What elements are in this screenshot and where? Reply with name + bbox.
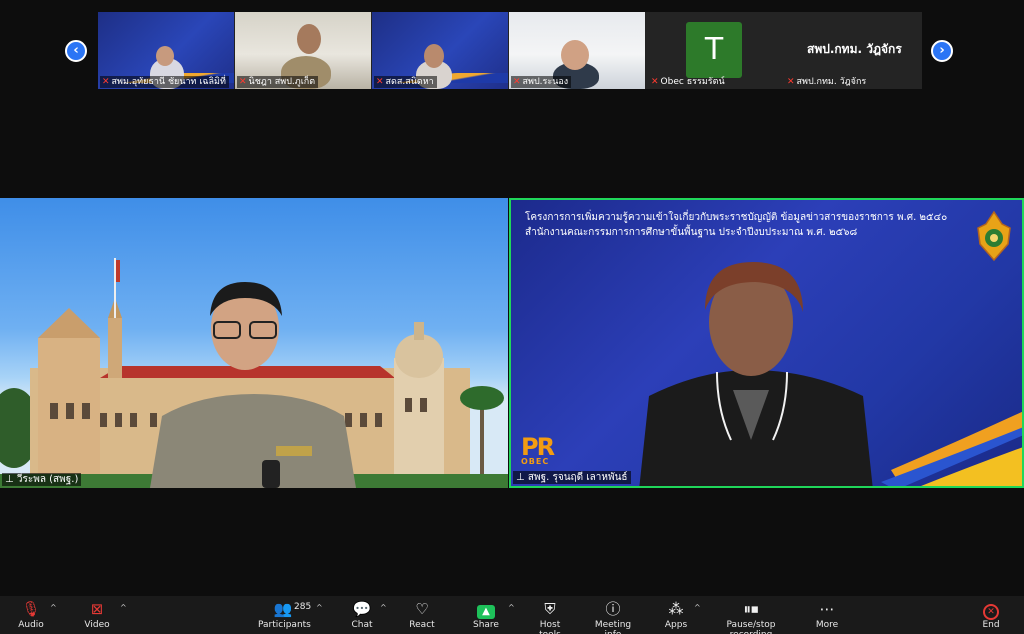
meeting-info-button[interactable]: ⓘ Meeting info [586, 600, 640, 634]
muted-mic-icon: ✕ [102, 77, 110, 87]
participant-strip: ✕ สพม.อุทัยธานี ชัยนาท เฉลิมิที่ ✕ นิชฎา ส… [98, 12, 922, 89]
participant-tile[interactable]: ✕ สดส.สนิดหา [372, 12, 508, 89]
pin-icon: ⊥ [516, 472, 528, 483]
participants-count: 285 [294, 602, 312, 612]
apps-options-caret[interactable]: ^ [694, 603, 701, 612]
participant-tile[interactable]: ✕ นิชฎา สพป.ภูเก็ต [235, 12, 371, 89]
muted-mic-icon: ✕ [376, 77, 384, 87]
chat-icon: 💬 [352, 600, 372, 618]
meeting-toolbar: 🎙 Audio ^ ⊠ Video ^ 👥 Participants 285 ^… [0, 596, 1024, 634]
participant-tile[interactable]: T สพป.กทม. วัฎจักร ✕ Obec ธรรมรัตน์ ✕ สพป.… [646, 12, 922, 89]
video-tile-active-speaker[interactable]: โครงการการเพิ่มความรู้ความเข้าใจเกี่ยวกั… [509, 198, 1024, 488]
apps-icon: ⁂ [668, 600, 684, 618]
muted-mic-icon: ✕ [787, 77, 795, 87]
pause-stop-icon: ⏸⏹ [743, 600, 759, 618]
previous-page-button[interactable]: ‹ [65, 40, 87, 62]
muted-mic-icon: 🎙 [21, 600, 41, 618]
avatar: T [686, 22, 742, 78]
info-icon: ⓘ [605, 600, 621, 618]
end-button[interactable]: ✕ End [978, 600, 1004, 630]
pin-icon: ⊥ [5, 474, 17, 485]
video-off-icon: ⊠ [90, 600, 104, 618]
video-options-caret[interactable]: ^ [120, 603, 127, 612]
share-button[interactable]: ▲ Share [472, 600, 500, 630]
muted-mic-icon: ✕ [239, 77, 247, 87]
government-house-background [0, 258, 508, 488]
participant-name: ⊥ วีระพล (สพฐ.) [2, 473, 82, 486]
chat-options-caret[interactable]: ^ [380, 603, 387, 612]
shield-icon: ⛨ [544, 600, 556, 618]
pause-stop-recording-button[interactable]: ⏸⏹ Pause/stop recording [708, 600, 794, 634]
host-tools-button[interactable]: ⛨ Host tools [528, 600, 572, 634]
heart-icon: ♡ [415, 600, 429, 618]
more-button[interactable]: ⋯ More [814, 600, 840, 630]
participant-tile[interactable]: ✕ สพม.อุทัยธานี ชัยนาท เฉลิมิที่ [98, 12, 234, 89]
participants-options-caret[interactable]: ^ [316, 603, 323, 612]
next-page-button[interactable]: › [931, 40, 953, 62]
react-button[interactable]: ♡ React [408, 600, 436, 630]
audio-options-caret[interactable]: ^ [50, 603, 57, 612]
end-meeting-icon: ✕ [983, 604, 999, 620]
participant-name: ✕ Obec ธรรมรัตน์ [651, 77, 725, 87]
share-options-caret[interactable]: ^ [508, 603, 515, 612]
more-icon: ⋯ [819, 600, 835, 618]
participant-name: ✕ สพป.กทม. วัฎจักร [787, 77, 867, 87]
muted-mic-icon: ✕ [651, 77, 659, 87]
muted-mic-icon: ✕ [513, 77, 521, 87]
participant-name: ✕ สดส.สนิดหา [374, 76, 437, 88]
participant-name: ⊥ สพฐ. รุจนฤดี เลาหพันธ์ [513, 471, 631, 484]
participant-name: ✕ นิชฎา สพป.ภูเก็ต [237, 76, 319, 88]
pr-obec-logo: PR OBEC [521, 433, 555, 466]
share-screen-icon: ▲ [477, 605, 495, 619]
participant-display-name: สพป.กทม. วัฎจักร [807, 42, 902, 56]
video-button[interactable]: ⊠ Video [82, 600, 112, 630]
audio-button[interactable]: 🎙 Audio [16, 600, 46, 630]
participant-name: ✕ สพม.อุทัยธานี ชัยนาท เฉลิมิที่ [100, 76, 229, 88]
participant-name: ✕ สพป.ระนอง [511, 76, 572, 88]
apps-button[interactable]: ⁂ Apps [664, 600, 688, 630]
chat-button[interactable]: 💬 Chat [350, 600, 374, 630]
speaker-video [639, 262, 873, 486]
participant-tile[interactable]: ✕ สพป.ระนอง [509, 12, 645, 89]
video-tile-left[interactable]: ⊥ วีระพล (สพฐ.) [0, 198, 508, 488]
